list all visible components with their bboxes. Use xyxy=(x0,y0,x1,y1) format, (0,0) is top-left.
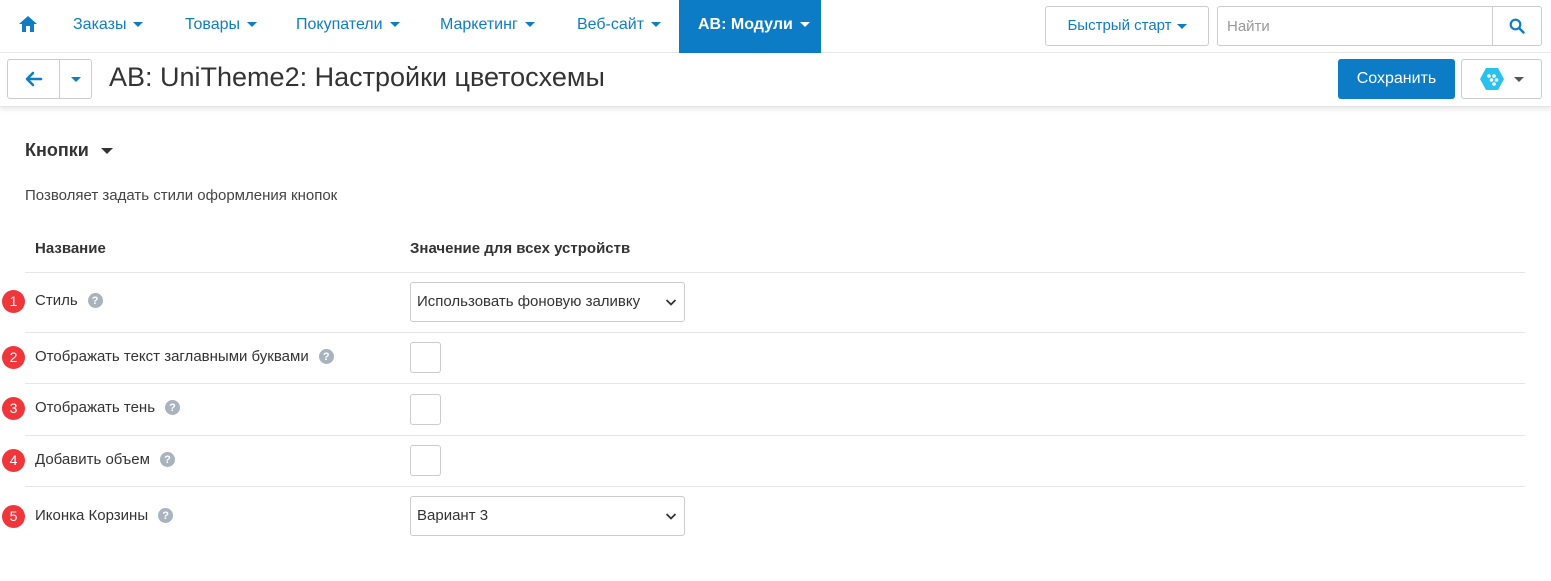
column-header-value: Значение для всех устройств xyxy=(410,240,631,257)
section-toggle[interactable]: Кнопки xyxy=(25,140,113,161)
style-select[interactable]: Использовать фоновую заливку xyxy=(410,282,685,322)
help-icon[interactable]: ? xyxy=(318,349,334,364)
page-header: AB: UniTheme2: Настройки цветосхемы Сохр… xyxy=(0,53,1551,107)
row-divider xyxy=(25,272,1525,273)
page-title: AB: UniTheme2: Настройки цветосхемы xyxy=(109,62,605,92)
column-header-name: Название xyxy=(35,240,106,257)
uppercase-checkbox[interactable] xyxy=(410,342,441,373)
addon-hexagon-icon xyxy=(1480,68,1504,90)
chevron-down-icon xyxy=(799,22,810,28)
shadow-checkbox[interactable] xyxy=(410,394,441,425)
chevron-down-icon xyxy=(247,22,258,28)
back-history-dropdown[interactable] xyxy=(60,60,91,98)
setting-label-text: Отображать текст заглавными буквами xyxy=(35,348,309,365)
search-box xyxy=(1217,6,1542,46)
chevron-down-icon xyxy=(1176,23,1187,29)
nav-products[interactable]: Товары xyxy=(185,0,258,53)
row-divider xyxy=(25,435,1525,436)
search-button[interactable] xyxy=(1492,7,1541,45)
quick-start-button[interactable]: Быстрый старт xyxy=(1045,6,1209,46)
chevron-down-icon xyxy=(665,299,677,306)
help-icon[interactable]: ? xyxy=(159,452,175,467)
help-icon[interactable]: ? xyxy=(158,508,174,523)
chevron-down-icon xyxy=(389,22,400,28)
row-number-badge: 5 xyxy=(2,505,25,528)
setting-label-text: Стиль xyxy=(35,292,78,309)
setting-label-text: Добавить объем xyxy=(35,451,150,468)
nav-ab-modules[interactable]: AB: Модули xyxy=(679,0,821,53)
help-icon[interactable]: ? xyxy=(165,400,181,415)
search-icon xyxy=(1509,18,1525,34)
back-button[interactable] xyxy=(8,60,60,98)
home-icon[interactable] xyxy=(18,14,38,34)
chevron-down-icon xyxy=(665,513,677,520)
cart-icon-select-value: Вариант 3 xyxy=(417,507,489,524)
row-number-badge: 4 xyxy=(2,449,25,472)
setting-label-cart-icon: Иконка Корзины? xyxy=(35,507,174,524)
section-description: Позволяет задать стили оформления кнопок xyxy=(25,187,338,204)
row-number-badge: 3 xyxy=(2,397,25,420)
cart-icon-select[interactable]: Вариант 3 xyxy=(410,496,685,536)
chevron-down-icon xyxy=(133,22,144,28)
nav-customers-label: Покупатели xyxy=(296,16,383,33)
setting-label-text: Иконка Корзины xyxy=(35,507,149,524)
arrow-left-icon xyxy=(25,71,42,87)
addon-menu-button[interactable] xyxy=(1461,59,1542,99)
chevron-down-icon xyxy=(100,148,113,155)
nav-customers[interactable]: Покупатели xyxy=(296,0,400,53)
nav-orders-label: Заказы xyxy=(73,16,127,33)
row-divider xyxy=(25,486,1525,487)
chevron-down-icon xyxy=(70,76,81,82)
chevron-down-icon xyxy=(1514,76,1524,82)
row-number-badge: 1 xyxy=(2,290,25,313)
chevron-down-icon xyxy=(524,22,535,28)
help-icon[interactable]: ? xyxy=(87,293,103,308)
nav-website-label: Веб-сайт xyxy=(577,16,645,33)
chevron-down-icon xyxy=(651,22,662,28)
row-divider xyxy=(25,332,1525,333)
nav-products-label: Товары xyxy=(185,16,241,33)
volume-checkbox[interactable] xyxy=(410,445,441,476)
section-title: Кнопки xyxy=(25,140,89,160)
nav-orders[interactable]: Заказы xyxy=(73,0,144,53)
setting-label-shadow: Отображать тень? xyxy=(35,399,181,416)
nav-marketing-label: Маркетинг xyxy=(440,16,518,33)
nav-marketing[interactable]: Маркетинг xyxy=(440,0,535,53)
back-button-group xyxy=(7,59,92,99)
row-divider xyxy=(25,383,1525,384)
setting-label-uppercase: Отображать текст заглавными буквами? xyxy=(35,348,334,365)
row-number-badge: 2 xyxy=(2,346,25,369)
search-input[interactable] xyxy=(1218,7,1493,45)
quick-start-label: Быстрый старт xyxy=(1067,17,1172,34)
save-button[interactable]: Сохранить xyxy=(1338,59,1455,99)
setting-label-text: Отображать тень xyxy=(35,399,156,416)
setting-label-volume: Добавить объем? xyxy=(35,451,175,468)
nav-ab-modules-label: AB: Модули xyxy=(698,16,793,33)
setting-label-style: Стиль? xyxy=(35,292,103,309)
top-navigation: Заказы Товары Покупатели Маркетинг Веб-с… xyxy=(0,0,1551,53)
nav-website[interactable]: Веб-сайт xyxy=(577,0,662,53)
style-select-value: Использовать фоновую заливку xyxy=(417,293,641,310)
